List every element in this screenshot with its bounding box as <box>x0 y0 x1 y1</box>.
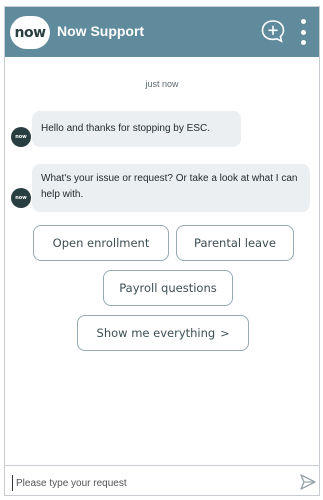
logo-text: now <box>14 24 46 41</box>
quick-reply-label: Show me everything <box>96 326 216 340</box>
send-button[interactable] <box>299 473 317 491</box>
chat-plus-icon <box>261 20 285 43</box>
new-chat-button[interactable] <box>260 18 286 44</box>
bot-message: What's your issue or request? Or take a … <box>32 164 310 212</box>
quick-reply-label: Parental leave <box>194 236 276 250</box>
quick-reply-payroll-questions[interactable]: Payroll questions <box>103 270 233 306</box>
send-arrow-icon <box>300 474 316 490</box>
bot-avatar-text: now <box>15 134 27 140</box>
bot-avatar-text: now <box>15 195 27 201</box>
header-title: Now Support <box>57 23 145 39</box>
quick-reply-parental-leave[interactable]: Parental leave <box>176 225 294 261</box>
chevron-right-icon: > <box>220 326 230 340</box>
message-composer <box>5 465 319 495</box>
quick-reply-label: Open enrollment <box>52 236 150 250</box>
now-logo: now <box>10 16 50 49</box>
message-timestamp: just now <box>145 79 179 89</box>
message-input[interactable] <box>12 475 282 491</box>
bot-avatar: now <box>11 188 31 208</box>
quick-reply-label: Payroll questions <box>119 281 217 295</box>
quick-reply-open-enrollment[interactable]: Open enrollment <box>33 225 169 261</box>
bot-message: Hello and thanks for stopping by ESC. <box>32 111 241 147</box>
bot-avatar: now <box>11 127 31 147</box>
more-options-button[interactable] <box>297 19 309 45</box>
quick-reply-show-everything[interactable]: Show me everything > <box>77 315 249 351</box>
chat-window: now Now Support just now now Hello and t… <box>4 6 320 496</box>
kebab-menu-icon <box>300 19 306 24</box>
chat-header: now Now Support <box>5 7 319 57</box>
